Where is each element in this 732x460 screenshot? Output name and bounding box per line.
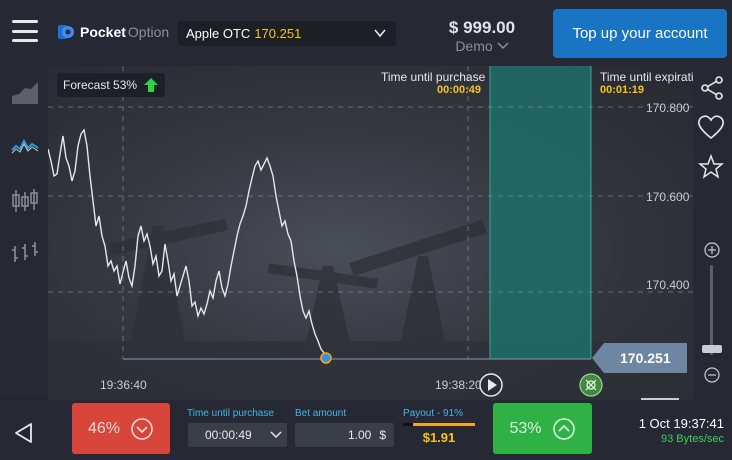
chevron-down-icon (374, 29, 386, 38)
asset-price: 170.251 (254, 26, 302, 41)
logo: Pocket Option (58, 24, 169, 40)
top-bar: Pocket Option Apple OTC 170.251 $ 999.00… (0, 0, 732, 66)
time-field-label: Time until purchase (187, 408, 274, 419)
down-percent: 46% (87, 419, 121, 437)
line-chart-icon[interactable] (10, 132, 40, 162)
balance-amount: $ 999.00 (448, 18, 516, 37)
price-tick: 170.800 (646, 101, 690, 115)
time-select[interactable]: 00:00:49 (188, 423, 287, 447)
forecast-badge: Forecast 53% (57, 73, 166, 97)
expiration-zone (490, 66, 591, 359)
logo-brand: Pocket (80, 24, 126, 40)
chart-type-toolbar (0, 66, 48, 396)
expiration-label: Time until expirati (600, 70, 693, 84)
logo-suffix: Option (127, 24, 170, 40)
buy-up-button[interactable]: 53% (493, 403, 592, 454)
chevron-down-icon (497, 42, 509, 50)
connection-speed: 93 Bytes/sec (661, 433, 724, 445)
amount-value: 1.00 (347, 428, 372, 442)
candles-icon[interactable] (10, 186, 40, 216)
account-mode[interactable]: Demo (440, 38, 524, 54)
payout-bar (403, 423, 475, 426)
top-up-button[interactable]: Top up your account (553, 9, 727, 58)
payout-label: Payout - 91% (403, 408, 464, 419)
arrow-up-circle-icon (552, 417, 575, 440)
zoom-slider-handle[interactable] (702, 345, 722, 353)
asset-selector[interactable]: Apple OTC 170.251 (178, 21, 396, 46)
area-chart-icon[interactable] (10, 78, 40, 108)
bars-icon[interactable] (10, 238, 40, 268)
price-tick: 170.400 (646, 278, 690, 292)
current-price-value: 170.251 (620, 350, 671, 366)
bet-amount-input[interactable]: 1.00 $ (295, 423, 394, 447)
purchase-time: 00:00:49 (437, 84, 482, 96)
arrow-down-circle-icon (131, 417, 153, 440)
time-tick: 19:36:40 (100, 378, 147, 392)
time-value: 00:00:49 (205, 428, 252, 442)
time-tick: 19:38:20 (435, 378, 482, 392)
expiration-time: 00:01:19 (600, 84, 645, 96)
share-icon[interactable] (699, 75, 725, 101)
menu-icon[interactable] (12, 20, 38, 42)
chevron-down-icon (270, 431, 282, 439)
asset-name: Apple OTC (186, 26, 251, 41)
server-datetime: 1 Oct 19:37:41 (638, 416, 724, 431)
play-icon[interactable] (478, 372, 504, 398)
balance[interactable]: $ 999.00 Demo (440, 18, 524, 54)
amount-field-label: Bet amount (295, 408, 347, 419)
arrow-up-icon (144, 78, 159, 92)
account-mode-label: Demo (455, 38, 493, 54)
zoom-out-icon[interactable] (704, 367, 720, 383)
purchase-label: Time until purchase (381, 70, 486, 84)
amount-currency: $ (379, 428, 386, 442)
payout-value: $1.91 (422, 430, 456, 445)
price-line (48, 128, 327, 360)
price-tick: 170.600 (646, 190, 690, 204)
payout-bar-marker (403, 423, 413, 426)
zoom-slider-track[interactable] (710, 265, 713, 355)
signals-icon[interactable] (578, 372, 604, 398)
star-icon[interactable] (698, 154, 724, 180)
up-percent: 53% (509, 419, 542, 437)
zoom-in-icon[interactable] (704, 242, 720, 258)
forecast-label: Forecast 53% (63, 78, 138, 92)
logo-icon (58, 25, 74, 39)
back-icon[interactable] (12, 421, 36, 445)
heart-icon[interactable] (697, 114, 725, 140)
sell-down-button[interactable]: 46% (72, 403, 170, 454)
right-toolbar (641, 66, 732, 400)
current-price-dot (320, 352, 332, 364)
